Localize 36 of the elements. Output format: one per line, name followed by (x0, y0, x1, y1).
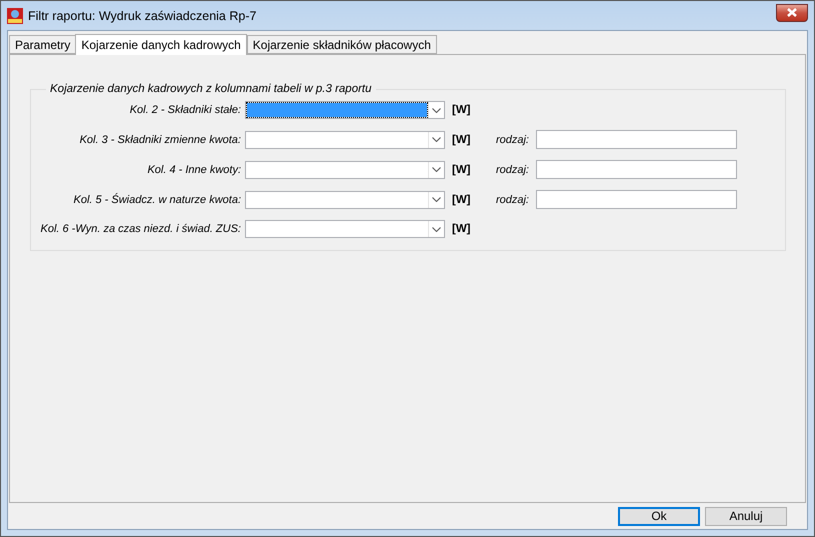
tab[interactable]: Kojarzenie danych kadrowych (75, 34, 247, 55)
field-label: Kol. 3 - Składniki zmienne kwota: (78, 134, 242, 146)
suffix-label: [W] (451, 194, 472, 206)
field-label: Kol. 2 - Składniki stałe: (128, 104, 242, 116)
field-label: Kol. 4 - Inne kwoty: (146, 164, 242, 176)
type-input-field[interactable] (536, 190, 737, 209)
group-title: Kojarzenie danych kadrowych z kolumnami tabeli w p.3 raportu (49, 83, 373, 95)
tab[interactable]: Kojarzenie składników płacowych (246, 35, 437, 54)
app-logo-icon (7, 8, 23, 24)
field-label: Kol. 5 - Świadcz. w naturze kwota: (72, 194, 242, 206)
field-label: Kol. 6 -Wyn. za czas niezd. i świad. ZUS: (39, 223, 242, 235)
dialog-button[interactable]: Anuluj (705, 506, 787, 526)
chevron-down-icon (432, 167, 441, 172)
suffix-label: [W] (451, 223, 472, 235)
chevron-down-icon (432, 137, 441, 142)
dropdown-field[interactable] (245, 101, 445, 119)
type-label: rodzaj: (494, 194, 530, 206)
type-input-field[interactable] (536, 160, 737, 179)
close-button[interactable] (776, 4, 808, 22)
type-label: rodzaj: (494, 164, 530, 176)
type-input-field[interactable] (536, 130, 737, 149)
window-title: Filtr raportu: Wydruk zaświadczenia Rp-7 (28, 8, 258, 22)
dialog-button[interactable]: Ok (618, 506, 700, 526)
close-icon (786, 8, 798, 17)
chevron-down-icon (432, 108, 441, 112)
dropdown-field[interactable] (245, 160, 445, 178)
tab[interactable]: Parametry (9, 35, 76, 54)
suffix-label: [W] (451, 134, 472, 146)
dropdown-field[interactable] (245, 190, 445, 208)
type-label: rodzaj: (494, 134, 530, 146)
dropdown-field[interactable] (245, 220, 445, 238)
dropdown-field[interactable] (245, 130, 445, 148)
suffix-label: [W] (451, 104, 472, 116)
suffix-label: [W] (451, 164, 472, 176)
chevron-down-icon (432, 197, 441, 202)
chevron-down-icon (432, 226, 441, 232)
